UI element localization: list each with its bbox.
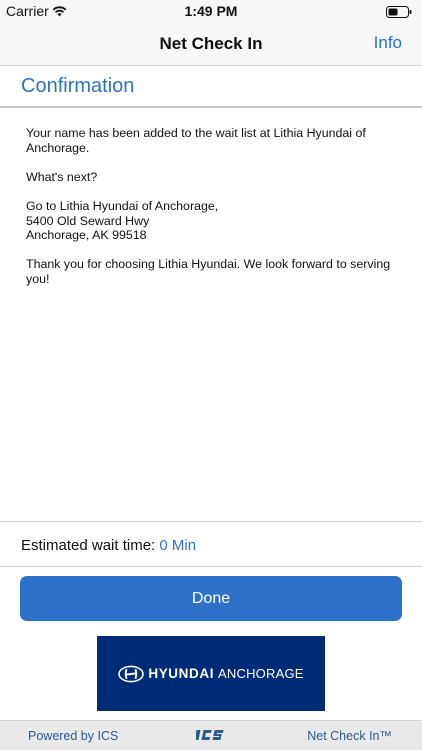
footer-bar: Powered by ICS Net Check In™ (0, 720, 422, 750)
logo-location-text: ANCHORAGE (218, 666, 304, 681)
ics-logo-icon (196, 730, 224, 740)
wait-time-value: 0 Min (159, 537, 197, 554)
message-line: Anchorage. (26, 140, 90, 155)
message-line: Your name has been added to the wait lis… (26, 126, 366, 140)
status-time: 1:49 PM (184, 3, 238, 19)
info-button[interactable]: Info (374, 33, 402, 53)
estimated-wait-row: Estimated wait time: 0 Min (0, 521, 422, 567)
thanks-line: Thank you for choosing Lithia Hyundai. W… (26, 257, 391, 272)
hyundai-anchorage-logo: HYUNDAI ANCHORAGE (97, 636, 325, 711)
address-line: Go to Lithia Hyundai of Anchorage, (26, 198, 219, 213)
status-bar: Carrier 1:49 PM (0, 0, 422, 24)
battery-icon (386, 6, 412, 18)
hyundai-h-icon (118, 665, 145, 682)
page-title: Net Check In (159, 34, 263, 53)
logo-brand-text: HYUNDAI (148, 666, 215, 681)
confirmation-message: Your name has been added to the wait lis… (26, 126, 396, 287)
address-line: Anchorage, AK 99518 (26, 228, 147, 243)
confirmation-header: Confirmation (0, 66, 422, 108)
thanks-line: you! (26, 271, 50, 286)
address-line: 5400 Old Seward Hwy (26, 213, 150, 228)
powered-by-link[interactable]: Powered by ICS (28, 729, 118, 743)
nav-bar: Net Check In Info (0, 24, 422, 66)
net-check-in-link[interactable]: Net Check In™ (307, 729, 392, 743)
wait-time-caption: Estimated wait time: (21, 537, 156, 554)
section-title: Confirmation (21, 75, 135, 97)
done-button[interactable]: Done (20, 576, 402, 621)
whats-next-text: What's next? (26, 169, 98, 184)
wait-time-label: Estimated wait time: 0 Min (21, 537, 196, 554)
